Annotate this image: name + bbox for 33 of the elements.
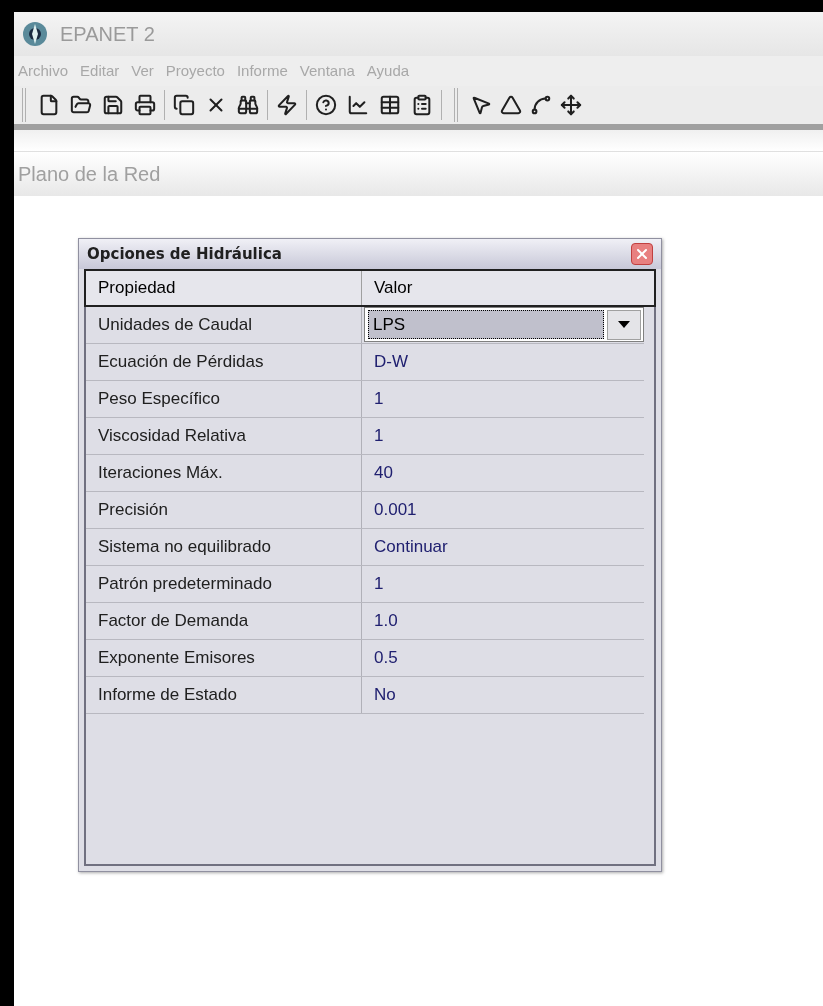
property-value[interactable]: 0.5 bbox=[362, 640, 644, 676]
property-name: Ecuación de Pérdidas bbox=[86, 344, 362, 380]
property-name: Sistema no equilibrado bbox=[86, 529, 362, 565]
property-value[interactable]: 1 bbox=[362, 381, 644, 417]
units-dropdown[interactable]: LPS bbox=[364, 307, 644, 342]
property-name: Iteraciones Máx. bbox=[86, 455, 362, 491]
caret-icon bbox=[618, 321, 630, 328]
column-header: Propiedad bbox=[86, 271, 362, 305]
property-name: Unidades de Caudal bbox=[86, 307, 362, 343]
window-title: EPANET 2 bbox=[60, 22, 155, 47]
property-value[interactable]: 1 bbox=[362, 418, 644, 454]
property-value[interactable]: D-W bbox=[362, 344, 644, 380]
property-name: Exponente Emisores bbox=[86, 640, 362, 676]
property-value[interactable]: Continuar bbox=[362, 529, 644, 565]
property-name: Informe de Estado bbox=[86, 677, 362, 713]
dropdown-button[interactable] bbox=[607, 309, 641, 340]
property-name: Viscosidad Relativa bbox=[86, 418, 362, 454]
column-header: Valor bbox=[373, 277, 414, 300]
property-value[interactable]: 1.0 bbox=[362, 603, 644, 639]
property-name: Patrón predeterminado bbox=[86, 566, 362, 602]
map-window-title: Plano de la Red bbox=[18, 162, 161, 187]
property-name: Precisión bbox=[86, 492, 362, 528]
property-value[interactable]: 40 bbox=[362, 455, 644, 491]
property-value[interactable]: 1 bbox=[362, 566, 644, 602]
property-name: Peso Específico bbox=[86, 381, 362, 417]
property-name: Factor de Demanda bbox=[86, 603, 362, 639]
property-value[interactable]: 0.001 bbox=[362, 492, 644, 528]
close-button[interactable] bbox=[631, 243, 653, 265]
property-value[interactable]: No bbox=[362, 677, 644, 713]
dialog-title: Opciones de Hidráulica bbox=[87, 243, 282, 265]
app-logo-icon bbox=[22, 21, 48, 47]
dropdown-value: LPS bbox=[368, 310, 604, 339]
close-icon bbox=[634, 246, 650, 262]
